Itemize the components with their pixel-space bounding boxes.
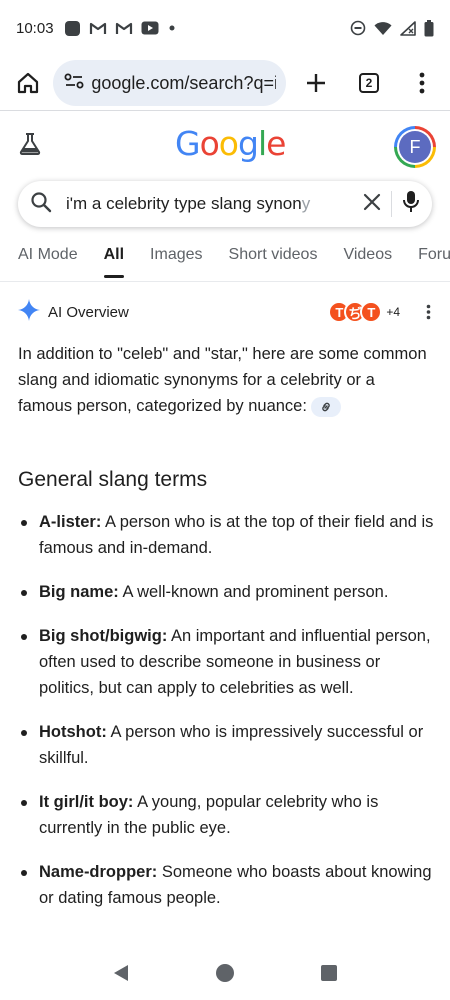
- tab-forur[interactable]: Forur: [418, 240, 450, 274]
- plus-icon: [306, 74, 325, 92]
- clear-icon[interactable]: [363, 193, 381, 216]
- gmail-icon: [89, 21, 107, 36]
- logo-letter: o: [218, 124, 239, 163]
- link-icon: [322, 402, 330, 411]
- search-query-faded: y: [301, 194, 311, 213]
- tab-switcher-button[interactable]: 2: [349, 63, 388, 103]
- list-item: Big name: A well-known and prominent per…: [18, 579, 438, 605]
- list-item: Name-dropper: Someone who boasts about k…: [18, 859, 438, 911]
- more-vert-icon: [426, 304, 430, 320]
- slang-terms-list: A-lister: A person who is at the top of …: [18, 509, 438, 929]
- home-button[interactable]: [8, 63, 47, 103]
- tab-ai-mode[interactable]: AI Mode: [18, 240, 78, 274]
- list-item: A-lister: A person who is at the top of …: [18, 509, 438, 561]
- term-description: A well-known and prominent person.: [118, 583, 389, 601]
- term-name: Big name:: [39, 583, 119, 601]
- citation-link-chip[interactable]: [310, 396, 341, 417]
- term-name: Big shot/bigwig:: [39, 627, 168, 645]
- home-icon: [17, 72, 38, 94]
- avatar-initial: F: [399, 131, 431, 163]
- section-title: General slang terms: [18, 468, 208, 491]
- search-separator: [391, 191, 392, 217]
- recents-icon: [320, 964, 337, 981]
- status-time: 10:03: [16, 19, 54, 37]
- google-header: Google F: [0, 120, 450, 176]
- ai-overview-title: AI Overview: [48, 303, 129, 321]
- gmail-icon: [115, 21, 133, 36]
- mic-icon[interactable]: [402, 190, 420, 219]
- ai-overview-menu-button[interactable]: [418, 304, 438, 320]
- ai-overview-intro: In addition to "celeb" and "star," here …: [18, 341, 432, 419]
- url-text: google.com/search?q=i%: [91, 72, 276, 93]
- battery-icon: [424, 19, 434, 37]
- tab-short-videos[interactable]: Short videos: [229, 240, 318, 274]
- logo-letter: l: [257, 124, 267, 163]
- more-vert-icon: [419, 72, 425, 94]
- search-tabs: AI Mode All Images Short videos Videos Forur: [18, 240, 450, 278]
- home-circle-icon: [215, 963, 234, 982]
- home-nav-button[interactable]: [215, 963, 235, 988]
- youtube-icon: [141, 21, 159, 35]
- term-name: Hotshot:: [39, 723, 107, 741]
- recents-button[interactable]: [320, 964, 338, 987]
- system-nav-bar: [0, 950, 450, 1000]
- browser-toolbar: google.com/search?q=i% 2: [0, 56, 450, 110]
- labs-flask-icon[interactable]: [18, 132, 42, 161]
- list-item: Big shot/bigwig: An important and influe…: [18, 623, 438, 701]
- logo-letter: g: [237, 124, 259, 163]
- ai-overview-header: AI Overview T ぢ T +4: [18, 297, 438, 327]
- new-tab-button[interactable]: [296, 63, 335, 103]
- sources-more-count: +4: [386, 305, 400, 319]
- app-icon: [64, 20, 81, 37]
- dot-icon: [167, 23, 177, 33]
- logo-letter: o: [199, 124, 220, 163]
- search-query-text: i'm a celebrity type slang synon: [66, 194, 302, 213]
- intro-text: In addition to "celeb" and "star," here …: [18, 345, 427, 415]
- status-bar: 10:03: [0, 0, 450, 56]
- sources-stack[interactable]: T ぢ T +4: [328, 301, 400, 323]
- signal-icon: [400, 20, 416, 36]
- address-bar[interactable]: google.com/search?q=i%: [53, 60, 286, 106]
- tab-count: 2: [358, 73, 379, 93]
- search-input[interactable]: i'm a celebrity type slang synony: [66, 194, 318, 214]
- back-icon: [114, 964, 129, 981]
- tabs-divider: [0, 281, 450, 282]
- tab-videos[interactable]: Videos: [343, 240, 392, 274]
- list-item: It girl/it boy: A young, popular celebri…: [18, 789, 438, 841]
- gemini-sparkle-icon: [18, 298, 40, 326]
- search-icon[interactable]: [30, 191, 52, 218]
- browser-menu-button[interactable]: [403, 63, 442, 103]
- account-avatar[interactable]: F: [394, 126, 436, 168]
- back-button[interactable]: [112, 963, 130, 988]
- site-settings-icon[interactable]: [63, 72, 85, 95]
- source-badge: T: [360, 301, 383, 323]
- dnd-icon: [350, 20, 366, 36]
- term-name: A-lister:: [39, 513, 102, 531]
- tab-images[interactable]: Images: [150, 240, 202, 274]
- search-box[interactable]: i'm a celebrity type slang synony: [18, 181, 432, 227]
- list-item: Hotshot: A person who is impressively su…: [18, 719, 438, 771]
- logo-letter: e: [266, 124, 286, 163]
- google-logo[interactable]: Google: [175, 124, 286, 163]
- tab-all[interactable]: All: [103, 240, 125, 278]
- logo-letter: G: [175, 124, 201, 163]
- toolbar-divider: [0, 110, 450, 111]
- term-name: Name-dropper:: [39, 863, 158, 881]
- term-name: It girl/it boy:: [39, 793, 134, 811]
- wifi-icon: [374, 21, 392, 36]
